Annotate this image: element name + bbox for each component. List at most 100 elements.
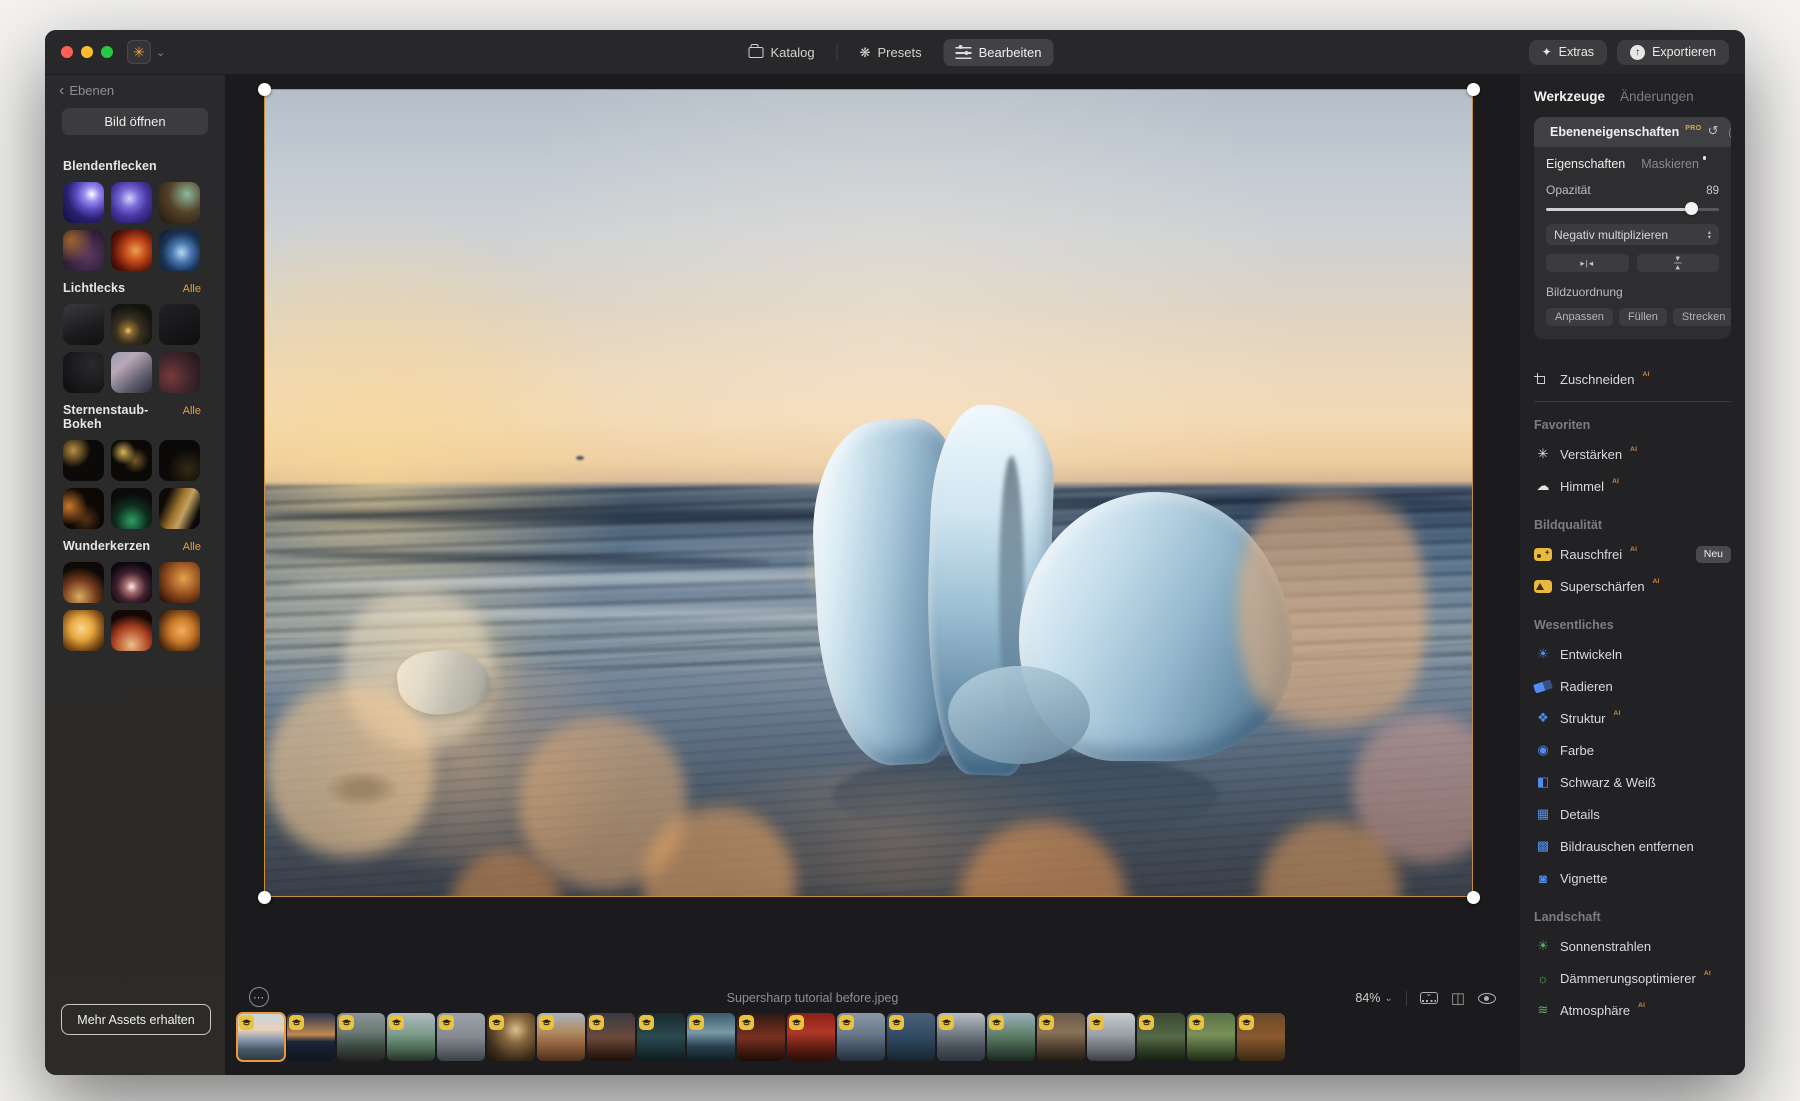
tab-bearbeiten[interactable]: Bearbeiten — [944, 39, 1054, 66]
export-button[interactable]: ↑ Exportieren — [1617, 40, 1729, 65]
extras-button[interactable]: ✦ Extras — [1529, 40, 1608, 65]
asset-section-all-link[interactable]: Alle — [183, 541, 201, 553]
close-button[interactable] — [61, 46, 73, 58]
tool-vignette[interactable]: ◙Vignette — [1534, 862, 1731, 894]
asset-thumbnail[interactable] — [159, 230, 200, 271]
filmstrip-thumbnail[interactable] — [437, 1013, 485, 1061]
tab-presets[interactable]: ❋ Presets — [848, 39, 934, 67]
opacity-slider[interactable] — [1546, 202, 1719, 216]
tool-bildrauschen-entfernen[interactable]: ▩Bildrauschen entfernen — [1534, 830, 1731, 862]
tab-maskieren[interactable]: Maskieren — [1641, 157, 1699, 171]
tab-werkzeuge[interactable]: Werkzeuge — [1534, 89, 1605, 104]
asset-thumbnail[interactable] — [159, 488, 200, 529]
asset-thumbnail[interactable] — [111, 304, 152, 345]
info-icon[interactable]: ⓘ — [1728, 123, 1731, 142]
asset-thumbnail[interactable] — [111, 230, 152, 271]
filmstrip-thumbnail[interactable] — [1237, 1013, 1285, 1061]
tool-superschärfen[interactable]: SuperschärfenAI — [1534, 570, 1731, 602]
filmstrip-thumbnail[interactable] — [1037, 1013, 1085, 1061]
tool-schwarz-weiß[interactable]: ◧Schwarz & Weiß — [1534, 766, 1731, 798]
asset-thumbnail[interactable] — [63, 610, 104, 651]
asset-thumbnail[interactable] — [111, 562, 152, 603]
filmstrip-thumbnail[interactable] — [237, 1013, 285, 1061]
asset-thumbnail[interactable] — [63, 182, 104, 223]
tool-rauschfrei[interactable]: RauschfreiAINeu — [1534, 538, 1731, 570]
filmstrip-thumbnail[interactable] — [987, 1013, 1035, 1061]
asset-thumbnail[interactable] — [111, 488, 152, 529]
layer-properties-header[interactable]: Ebeneneigenschaften PRO ↺ ⓘ — [1534, 117, 1731, 147]
app-icon[interactable]: ✳ — [127, 40, 151, 64]
asset-thumbnail[interactable] — [111, 182, 152, 223]
filmstrip-thumbnail[interactable] — [887, 1013, 935, 1061]
tool-radieren[interactable]: Radieren — [1534, 670, 1731, 702]
asset-thumbnail[interactable] — [159, 352, 200, 393]
selection-handle-bottom-left[interactable] — [258, 891, 271, 904]
preview-eye-icon[interactable] — [1478, 993, 1496, 1004]
tool-entwickeln[interactable]: ☀Entwickeln — [1534, 638, 1731, 670]
asset-thumbnail[interactable] — [111, 352, 152, 393]
tool-verstärken[interactable]: ✳VerstärkenAI — [1534, 438, 1731, 470]
tool-himmel[interactable]: ☁HimmelAI — [1534, 470, 1731, 502]
tool-details[interactable]: ▦Details — [1534, 798, 1731, 830]
open-image-button[interactable]: Bild öffnen — [62, 108, 208, 135]
more-options-icon[interactable]: ⋯ — [249, 987, 269, 1007]
asset-thumbnail[interactable] — [159, 182, 200, 223]
filmstrip-thumbnail[interactable] — [837, 1013, 885, 1061]
asset-thumbnail[interactable] — [159, 304, 200, 345]
flip-horizontal-button[interactable]: ▸|◂ — [1546, 254, 1629, 272]
tool-atmosphäre[interactable]: ≋AtmosphäreAI — [1534, 994, 1731, 1026]
asset-thumbnail[interactable] — [159, 610, 200, 651]
filmstrip-thumbnail[interactable] — [1087, 1013, 1135, 1061]
asset-thumbnail[interactable] — [63, 352, 104, 393]
filmstrip-thumbnail[interactable] — [537, 1013, 585, 1061]
filmstrip-thumbnail[interactable] — [937, 1013, 985, 1061]
stretch-button[interactable]: Strecken — [1673, 308, 1731, 326]
slider-knob[interactable] — [1685, 202, 1698, 215]
filmstrip-thumbnail[interactable] — [287, 1013, 335, 1061]
selection-handle-bottom-right[interactable] — [1467, 891, 1480, 904]
undo-icon[interactable]: ↺ — [1708, 123, 1719, 142]
filmstrip-thumbnail[interactable] — [687, 1013, 735, 1061]
tab-katalog[interactable]: Katalog — [737, 39, 827, 66]
asset-section-all-link[interactable]: Alle — [183, 405, 201, 417]
asset-thumbnail[interactable] — [63, 304, 104, 345]
asset-section-all-link[interactable]: Alle — [183, 283, 201, 295]
zoom-button[interactable] — [101, 46, 113, 58]
flip-vertical-button[interactable]: ▸|◂ — [1637, 254, 1720, 272]
chevron-down-icon[interactable]: ⌄ — [156, 46, 165, 59]
fit-button[interactable]: Anpassen — [1546, 308, 1613, 326]
minimize-button[interactable] — [81, 46, 93, 58]
filmstrip-thumbnail[interactable] — [637, 1013, 685, 1061]
asset-thumbnail[interactable] — [63, 488, 104, 529]
compare-icon[interactable]: ◫ — [1451, 991, 1465, 1006]
asset-thumbnail[interactable] — [63, 230, 104, 271]
filmstrip-thumbnail[interactable] — [1187, 1013, 1235, 1061]
get-more-assets-button[interactable]: Mehr Assets erhalten — [61, 1004, 211, 1035]
blend-mode-dropdown[interactable]: Negativ multiplizieren ▴ ▾ — [1546, 224, 1719, 245]
zoom-control[interactable]: 84% ⌄ — [1355, 991, 1392, 1005]
selection-handle-top-right[interactable] — [1467, 83, 1480, 96]
asset-thumbnail[interactable] — [63, 562, 104, 603]
filmstrip-thumbnail[interactable] — [737, 1013, 785, 1061]
tool-dämmerungsoptimierer[interactable]: ☼DämmerungsoptimiererAI — [1534, 962, 1731, 994]
filmstrip-thumbnail[interactable] — [387, 1013, 435, 1061]
canvas-image[interactable] — [264, 89, 1473, 897]
filmstrip-thumbnail[interactable] — [1137, 1013, 1185, 1061]
tool-struktur[interactable]: ❖StrukturAI — [1534, 702, 1731, 734]
filmstrip-thumbnail[interactable] — [787, 1013, 835, 1061]
fill-button[interactable]: Füllen — [1619, 308, 1667, 326]
filmstrip-thumbnail[interactable] — [337, 1013, 385, 1061]
tool-sonnenstrahlen[interactable]: ☀Sonnenstrahlen — [1534, 930, 1731, 962]
asset-thumbnail[interactable] — [159, 440, 200, 481]
tab-eigenschaften[interactable]: Eigenschaften — [1546, 157, 1625, 171]
asset-thumbnail[interactable] — [111, 440, 152, 481]
filmstrip-thumbnail[interactable] — [487, 1013, 535, 1061]
back-to-layers[interactable]: ‹ Ebenen — [45, 79, 225, 106]
selection-handle-top-left[interactable] — [258, 83, 271, 96]
tool-farbe[interactable]: ◉Farbe — [1534, 734, 1731, 766]
tool-zuschneiden[interactable]: ZuschneidenAI — [1534, 363, 1731, 395]
asset-thumbnail[interactable] — [63, 440, 104, 481]
filmstrip-thumbnail[interactable] — [587, 1013, 635, 1061]
asset-thumbnail[interactable] — [111, 610, 152, 651]
filmstrip-toggle-icon[interactable] — [1420, 992, 1438, 1004]
